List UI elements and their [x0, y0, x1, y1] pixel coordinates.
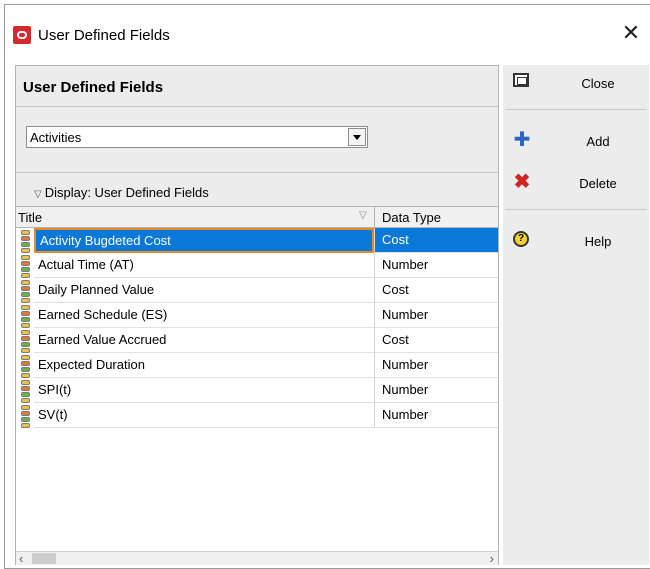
column-header-title[interactable]: Title	[18, 210, 42, 225]
row-data-type[interactable]: Cost	[374, 228, 498, 253]
table-row[interactable]: Earned Value Accrued Cost	[16, 328, 498, 353]
window-close-button[interactable]: ✕	[618, 21, 644, 45]
scroll-left-icon[interactable]: ‹	[19, 551, 23, 566]
row-data-type[interactable]: Cost	[374, 328, 498, 353]
section-title: User Defined Fields	[23, 79, 164, 96]
subject-area-value: Activities	[30, 130, 82, 145]
user-defined-fields-panel: User Defined Fields Activities ▽ Display:…	[15, 65, 499, 566]
window-title: User Defined Fields	[38, 27, 170, 44]
title-bar: User Defined Fields ✕	[5, 5, 650, 57]
row-data-type[interactable]: Number	[374, 353, 498, 378]
row-data-type[interactable]: Number	[374, 403, 498, 428]
delete-button[interactable]: ✖ Delete	[505, 167, 647, 201]
udf-field-icon	[21, 380, 30, 403]
fields-table: Title ▽ Data Type Activity Bugdeted Cost…	[16, 206, 498, 552]
app-logo-icon	[13, 26, 31, 44]
row-title[interactable]: Earned Schedule (ES)	[34, 303, 374, 328]
row-data-type[interactable]: Number	[374, 303, 498, 328]
table-row[interactable]: Expected Duration Number	[16, 353, 498, 378]
row-title[interactable]: SV(t)	[34, 403, 374, 428]
table-row[interactable]: SV(t) Number	[16, 403, 498, 428]
divider	[505, 109, 647, 110]
udf-field-icon	[21, 405, 30, 428]
subject-area-select[interactable]: Activities	[26, 126, 368, 148]
udf-field-icon	[21, 305, 30, 328]
row-title[interactable]: Daily Planned Value	[34, 278, 374, 303]
help-button[interactable]: ? Help	[505, 225, 647, 259]
table-body: Activity Bugdeted Cost Cost Actual Time …	[16, 228, 498, 428]
divider	[505, 209, 647, 210]
column-header-data-type[interactable]: Data Type	[382, 210, 441, 225]
table-row[interactable]: Actual Time (AT) Number	[16, 253, 498, 278]
udf-field-icon	[21, 230, 30, 253]
row-title[interactable]: Activity Bugdeted Cost	[34, 228, 374, 253]
column-divider[interactable]	[374, 207, 375, 227]
red-x-icon: ✖	[513, 171, 531, 193]
close-label: Close	[581, 76, 615, 91]
divider	[16, 106, 498, 107]
row-title[interactable]: Expected Duration	[34, 353, 374, 378]
table-row[interactable]: Earned Schedule (ES) Number	[16, 303, 498, 328]
udf-field-icon	[21, 280, 30, 303]
add-label: Add	[586, 134, 610, 149]
table-row[interactable]: Activity Bugdeted Cost Cost	[16, 228, 498, 253]
chevron-down-icon: ▽	[34, 189, 42, 200]
table-row[interactable]: Daily Planned Value Cost	[16, 278, 498, 303]
help-label: Help	[584, 234, 612, 249]
display-group-label: Display: User Defined Fields	[44, 185, 209, 200]
row-title[interactable]: SPI(t)	[34, 378, 374, 403]
table-header: Title ▽ Data Type	[16, 207, 498, 228]
divider	[16, 172, 498, 173]
row-data-type[interactable]: Number	[374, 378, 498, 403]
table-row[interactable]: SPI(t) Number	[16, 378, 498, 403]
delete-label: Delete	[579, 176, 617, 191]
row-title[interactable]: Actual Time (AT)	[34, 253, 374, 278]
udf-field-icon	[21, 355, 30, 378]
display-group-header[interactable]: ▽ Display: User Defined Fields	[34, 185, 209, 200]
horizontal-scrollbar[interactable]: ‹ ›	[16, 551, 498, 566]
row-data-type[interactable]: Number	[374, 253, 498, 278]
scrollbar-thumb[interactable]	[32, 553, 56, 564]
sort-indicator-icon: ▽	[359, 210, 367, 221]
dialog-window: User Defined Fields ✕ User Defined Field…	[4, 4, 650, 569]
question-icon: ?	[513, 231, 529, 247]
button-panel: Close ✚ Add ✖ Delete ? Help	[503, 65, 649, 565]
add-button[interactable]: ✚ Add	[505, 125, 647, 159]
row-title[interactable]: Earned Value Accrued	[34, 328, 374, 353]
plus-icon: ✚	[513, 129, 531, 151]
close-button[interactable]: Close	[505, 67, 647, 101]
scroll-right-icon[interactable]: ›	[490, 551, 494, 566]
udf-field-icon	[21, 255, 30, 278]
dropdown-arrow-icon[interactable]	[348, 128, 366, 146]
row-data-type[interactable]: Cost	[374, 278, 498, 303]
close-window-icon	[513, 73, 529, 87]
udf-field-icon	[21, 330, 30, 353]
